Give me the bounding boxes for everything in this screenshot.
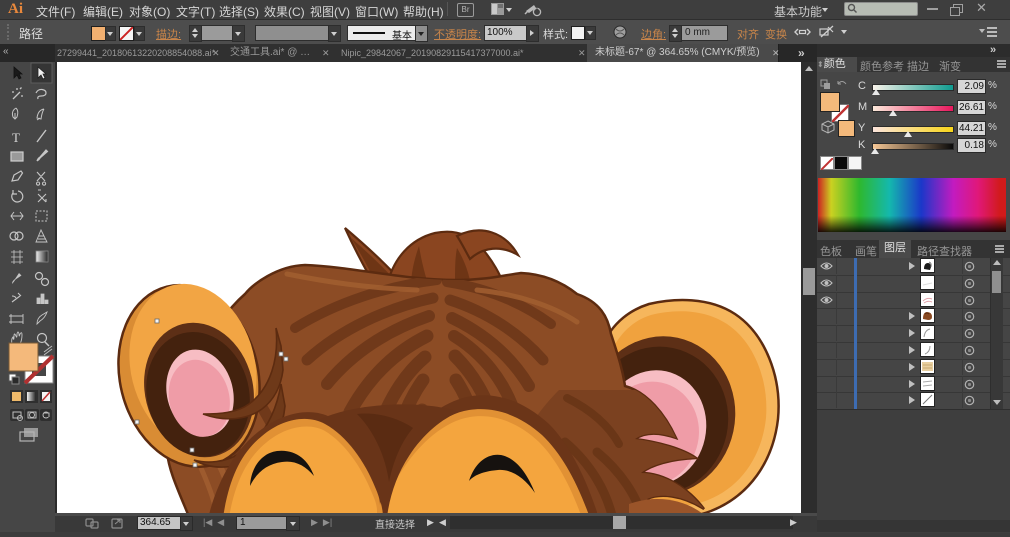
svg-text:T: T [12,130,20,145]
